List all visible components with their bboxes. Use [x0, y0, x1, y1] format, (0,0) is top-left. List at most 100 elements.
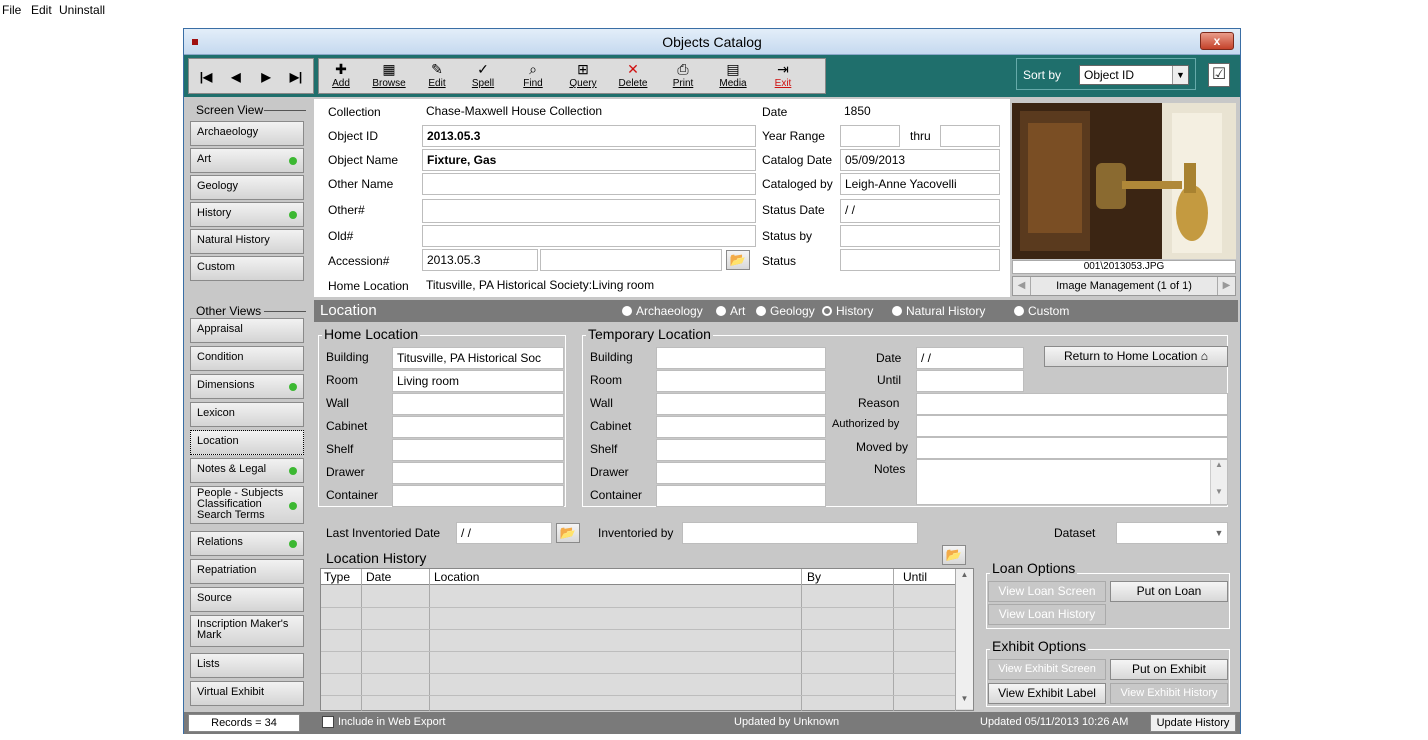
- sidebar-item-archaeology[interactable]: Archaeology: [190, 121, 304, 146]
- catalog-date-field[interactable]: 05/09/2013: [840, 149, 1000, 171]
- print-button[interactable]: ⎙ Print: [665, 60, 701, 93]
- sidebar-item-dimensions[interactable]: Dimensions: [190, 374, 304, 399]
- sidebar-item-appraisal[interactable]: Appraisal: [190, 318, 304, 343]
- home-container-field[interactable]: [392, 485, 564, 507]
- put-on-exhibit-button[interactable]: Put on Exhibit: [1110, 659, 1228, 680]
- sidebar-item-people-subjects[interactable]: People - Subjects Classification Search …: [190, 486, 304, 524]
- chevron-up-icon[interactable]: ▲: [956, 570, 973, 584]
- menu-uninstall[interactable]: Uninstall: [59, 3, 105, 17]
- folder-open-icon[interactable]: 📂: [942, 545, 966, 565]
- authorized-by-field[interactable]: [916, 415, 1228, 437]
- sidebar-item-inscription[interactable]: Inscription Maker's Mark: [190, 615, 304, 647]
- cataloged-by-field[interactable]: Leigh-Anne Yacovelli: [840, 173, 1000, 195]
- chevron-right-icon[interactable]: ▶: [1217, 277, 1235, 295]
- status-by-field[interactable]: [840, 225, 1000, 247]
- delete-button[interactable]: ✕ Delete: [615, 60, 651, 93]
- home-building-field[interactable]: Titusville, PA Historical Soc: [392, 347, 564, 369]
- moved-by-field[interactable]: [916, 437, 1228, 459]
- accession-extra-field[interactable]: [540, 249, 722, 271]
- sidebar-item-geology[interactable]: Geology: [190, 175, 304, 200]
- sidebar-item-source[interactable]: Source: [190, 587, 304, 612]
- collection-field[interactable]: Chase-Maxwell House Collection: [422, 101, 756, 123]
- until-field[interactable]: [916, 370, 1024, 392]
- radio-art[interactable]: Art: [716, 304, 745, 318]
- sidebar-item-virtual-exhibit[interactable]: Virtual Exhibit: [190, 681, 304, 706]
- put-on-loan-button[interactable]: Put on Loan: [1110, 581, 1228, 602]
- menu-file[interactable]: File: [2, 3, 21, 17]
- last-record-button[interactable]: ▶|: [283, 63, 309, 91]
- sidebar-item-notes-legal[interactable]: Notes & Legal: [190, 458, 304, 483]
- temp-room-field[interactable]: [656, 370, 826, 392]
- status-date-field[interactable]: / /: [840, 199, 1000, 223]
- view-loan-history-button[interactable]: View Loan History: [988, 604, 1106, 625]
- first-record-button[interactable]: |◀: [193, 63, 219, 91]
- reason-field[interactable]: [916, 393, 1228, 415]
- view-exhibit-screen-button[interactable]: View Exhibit Screen: [988, 659, 1106, 680]
- radio-geology[interactable]: Geology: [756, 304, 815, 318]
- notes-scrollbar[interactable]: ▲ ▼: [1210, 460, 1227, 504]
- sidebar-item-location[interactable]: Location: [190, 430, 304, 455]
- radio-natural-history[interactable]: Natural History: [892, 304, 985, 318]
- home-room-field[interactable]: Living room: [392, 370, 564, 392]
- menu-edit[interactable]: Edit: [31, 3, 52, 17]
- web-export-checkbox[interactable]: [322, 716, 334, 728]
- sidebar-item-custom[interactable]: Custom: [190, 256, 304, 281]
- location-history-table[interactable]: Type Date Location By Until ▲ ▼: [320, 568, 974, 711]
- find-button[interactable]: ⌕ Find: [515, 60, 551, 93]
- other-number-field[interactable]: [422, 199, 756, 223]
- exit-button[interactable]: ⇥ Exit: [765, 60, 801, 93]
- chevron-left-icon[interactable]: ◀: [1013, 277, 1031, 295]
- return-home-location-button[interactable]: Return to Home Location ⌂: [1044, 346, 1228, 367]
- date-field[interactable]: 1850: [840, 101, 1000, 123]
- sidebar-item-natural-history[interactable]: Natural History: [190, 229, 304, 254]
- last-inventoried-field[interactable]: / /: [456, 522, 552, 544]
- add-button[interactable]: ✚ Add: [323, 60, 359, 93]
- chevron-down-icon[interactable]: ▼: [956, 694, 973, 708]
- view-exhibit-label-button[interactable]: View Exhibit Label: [988, 683, 1106, 704]
- object-id-field[interactable]: 2013.05.3: [422, 125, 756, 147]
- next-record-button[interactable]: ▶: [253, 63, 279, 91]
- temp-drawer-field[interactable]: [656, 462, 826, 484]
- year-range-end[interactable]: [940, 125, 1000, 147]
- sidebar-item-lists[interactable]: Lists: [190, 653, 304, 678]
- spell-button[interactable]: ✓ Spell: [465, 60, 501, 93]
- radio-custom[interactable]: Custom: [1014, 304, 1069, 318]
- year-range-start[interactable]: [840, 125, 900, 147]
- temp-date-field[interactable]: / /: [916, 347, 1024, 369]
- sort-select[interactable]: Object ID ▼: [1079, 65, 1189, 85]
- edit-button[interactable]: ✎ Edit: [419, 60, 455, 93]
- home-cabinet-field[interactable]: [392, 416, 564, 438]
- home-drawer-field[interactable]: [392, 462, 564, 484]
- temp-building-field[interactable]: [656, 347, 826, 369]
- dataset-select[interactable]: ▼: [1116, 522, 1228, 544]
- home-shelf-field[interactable]: [392, 439, 564, 461]
- accession-field[interactable]: 2013.05.3: [422, 249, 538, 271]
- temp-cabinet-field[interactable]: [656, 416, 826, 438]
- notes-field[interactable]: [916, 459, 1228, 505]
- inventoried-by-field[interactable]: [682, 522, 918, 544]
- view-loan-screen-button[interactable]: View Loan Screen: [988, 581, 1106, 602]
- object-name-field[interactable]: Fixture, Gas: [422, 149, 756, 171]
- old-number-field[interactable]: [422, 225, 756, 247]
- temp-wall-field[interactable]: [656, 393, 826, 415]
- radio-archaeology[interactable]: Archaeology: [622, 304, 703, 318]
- sidebar-item-art[interactable]: Art: [190, 148, 304, 173]
- view-exhibit-history-button[interactable]: View Exhibit History: [1110, 683, 1228, 704]
- home-wall-field[interactable]: [392, 393, 564, 415]
- other-name-field[interactable]: [422, 173, 756, 195]
- query-button[interactable]: ⊞ Query: [565, 60, 601, 93]
- radio-history[interactable]: History: [822, 304, 873, 318]
- status-field[interactable]: [840, 249, 1000, 271]
- sidebar-item-relations[interactable]: Relations: [190, 531, 304, 556]
- sidebar-item-repatriation[interactable]: Repatriation: [190, 559, 304, 584]
- checklist-icon[interactable]: ☑: [1208, 63, 1230, 87]
- image-management-button[interactable]: ◀ Image Management (1 of 1) ▶: [1012, 276, 1236, 296]
- sidebar-item-condition[interactable]: Condition: [190, 346, 304, 371]
- prev-record-button[interactable]: ◀: [223, 63, 249, 91]
- object-photo[interactable]: [1012, 103, 1236, 259]
- media-button[interactable]: ▤ Media: [715, 60, 751, 93]
- browse-button[interactable]: ▦ Browse: [369, 60, 409, 93]
- folder-open-icon[interactable]: 📂: [726, 250, 750, 270]
- sidebar-item-lexicon[interactable]: Lexicon: [190, 402, 304, 427]
- folder-open-icon[interactable]: 📂: [556, 523, 580, 543]
